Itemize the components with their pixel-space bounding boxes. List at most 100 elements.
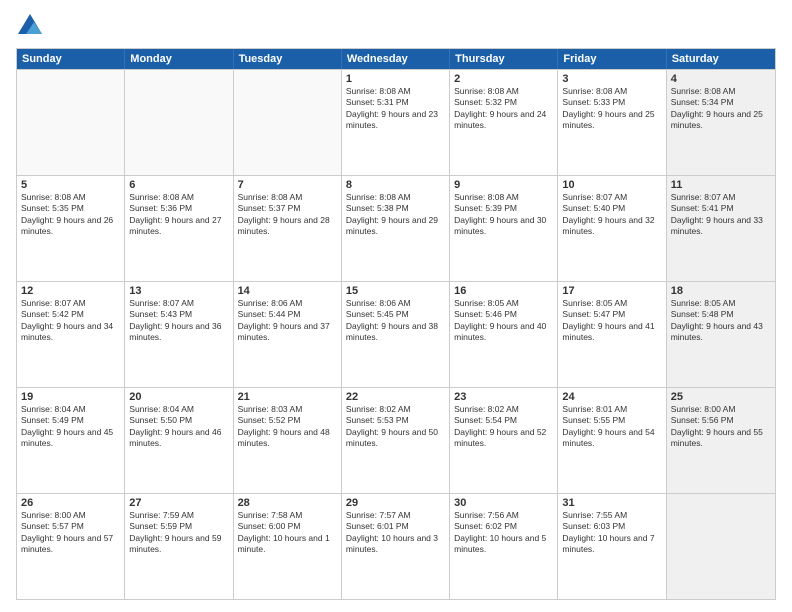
calendar-cell: 29Sunrise: 7:57 AM Sunset: 6:01 PM Dayli…	[342, 494, 450, 599]
calendar-cell: 18Sunrise: 8:05 AM Sunset: 5:48 PM Dayli…	[667, 282, 775, 387]
day-info: Sunrise: 7:58 AM Sunset: 6:00 PM Dayligh…	[238, 510, 337, 556]
day-number: 3	[562, 73, 661, 85]
calendar-cell: 16Sunrise: 8:05 AM Sunset: 5:46 PM Dayli…	[450, 282, 558, 387]
day-number: 30	[454, 497, 553, 509]
day-info: Sunrise: 8:06 AM Sunset: 5:45 PM Dayligh…	[346, 298, 445, 344]
calendar-cell: 26Sunrise: 8:00 AM Sunset: 5:57 PM Dayli…	[17, 494, 125, 599]
day-info: Sunrise: 8:08 AM Sunset: 5:31 PM Dayligh…	[346, 86, 445, 132]
day-header-friday: Friday	[558, 49, 666, 69]
day-number: 7	[238, 179, 337, 191]
day-info: Sunrise: 8:07 AM Sunset: 5:41 PM Dayligh…	[671, 192, 771, 238]
day-number: 8	[346, 179, 445, 191]
calendar-cell: 27Sunrise: 7:59 AM Sunset: 5:59 PM Dayli…	[125, 494, 233, 599]
day-number: 26	[21, 497, 120, 509]
day-header-wednesday: Wednesday	[342, 49, 450, 69]
day-number: 2	[454, 73, 553, 85]
day-number: 19	[21, 391, 120, 403]
day-info: Sunrise: 8:08 AM Sunset: 5:37 PM Dayligh…	[238, 192, 337, 238]
day-info: Sunrise: 8:05 AM Sunset: 5:47 PM Dayligh…	[562, 298, 661, 344]
calendar-cell	[17, 70, 125, 175]
day-info: Sunrise: 8:00 AM Sunset: 5:57 PM Dayligh…	[21, 510, 120, 556]
day-number: 1	[346, 73, 445, 85]
calendar-cell: 6Sunrise: 8:08 AM Sunset: 5:36 PM Daylig…	[125, 176, 233, 281]
calendar-cell: 14Sunrise: 8:06 AM Sunset: 5:44 PM Dayli…	[234, 282, 342, 387]
logo-icon	[16, 12, 44, 40]
day-info: Sunrise: 8:07 AM Sunset: 5:42 PM Dayligh…	[21, 298, 120, 344]
calendar-cell: 3Sunrise: 8:08 AM Sunset: 5:33 PM Daylig…	[558, 70, 666, 175]
calendar-cell	[234, 70, 342, 175]
day-number: 5	[21, 179, 120, 191]
calendar-cell: 20Sunrise: 8:04 AM Sunset: 5:50 PM Dayli…	[125, 388, 233, 493]
day-info: Sunrise: 7:57 AM Sunset: 6:01 PM Dayligh…	[346, 510, 445, 556]
day-number: 20	[129, 391, 228, 403]
day-info: Sunrise: 8:01 AM Sunset: 5:55 PM Dayligh…	[562, 404, 661, 450]
logo	[16, 12, 48, 40]
calendar-cell: 10Sunrise: 8:07 AM Sunset: 5:40 PM Dayli…	[558, 176, 666, 281]
calendar-cell: 21Sunrise: 8:03 AM Sunset: 5:52 PM Dayli…	[234, 388, 342, 493]
day-number: 13	[129, 285, 228, 297]
day-header-thursday: Thursday	[450, 49, 558, 69]
calendar-cell: 7Sunrise: 8:08 AM Sunset: 5:37 PM Daylig…	[234, 176, 342, 281]
calendar-cell: 12Sunrise: 8:07 AM Sunset: 5:42 PM Dayli…	[17, 282, 125, 387]
day-info: Sunrise: 8:04 AM Sunset: 5:49 PM Dayligh…	[21, 404, 120, 450]
calendar-cell: 2Sunrise: 8:08 AM Sunset: 5:32 PM Daylig…	[450, 70, 558, 175]
day-info: Sunrise: 8:08 AM Sunset: 5:39 PM Dayligh…	[454, 192, 553, 238]
day-number: 10	[562, 179, 661, 191]
calendar-cell: 31Sunrise: 7:55 AM Sunset: 6:03 PM Dayli…	[558, 494, 666, 599]
day-info: Sunrise: 8:07 AM Sunset: 5:40 PM Dayligh…	[562, 192, 661, 238]
day-info: Sunrise: 7:56 AM Sunset: 6:02 PM Dayligh…	[454, 510, 553, 556]
calendar-cell: 4Sunrise: 8:08 AM Sunset: 5:34 PM Daylig…	[667, 70, 775, 175]
day-info: Sunrise: 8:08 AM Sunset: 5:38 PM Dayligh…	[346, 192, 445, 238]
calendar-week-3: 12Sunrise: 8:07 AM Sunset: 5:42 PM Dayli…	[17, 281, 775, 387]
calendar-cell: 17Sunrise: 8:05 AM Sunset: 5:47 PM Dayli…	[558, 282, 666, 387]
day-info: Sunrise: 8:05 AM Sunset: 5:48 PM Dayligh…	[671, 298, 771, 344]
day-number: 6	[129, 179, 228, 191]
day-number: 18	[671, 285, 771, 297]
calendar-week-5: 26Sunrise: 8:00 AM Sunset: 5:57 PM Dayli…	[17, 493, 775, 599]
calendar-cell: 1Sunrise: 8:08 AM Sunset: 5:31 PM Daylig…	[342, 70, 450, 175]
day-number: 15	[346, 285, 445, 297]
day-info: Sunrise: 8:08 AM Sunset: 5:34 PM Dayligh…	[671, 86, 771, 132]
day-number: 9	[454, 179, 553, 191]
day-number: 4	[671, 73, 771, 85]
day-number: 24	[562, 391, 661, 403]
day-info: Sunrise: 8:02 AM Sunset: 5:54 PM Dayligh…	[454, 404, 553, 450]
day-info: Sunrise: 8:08 AM Sunset: 5:36 PM Dayligh…	[129, 192, 228, 238]
calendar-cell: 25Sunrise: 8:00 AM Sunset: 5:56 PM Dayli…	[667, 388, 775, 493]
day-number: 17	[562, 285, 661, 297]
calendar-cell: 22Sunrise: 8:02 AM Sunset: 5:53 PM Dayli…	[342, 388, 450, 493]
calendar-week-1: 1Sunrise: 8:08 AM Sunset: 5:31 PM Daylig…	[17, 69, 775, 175]
day-info: Sunrise: 8:08 AM Sunset: 5:32 PM Dayligh…	[454, 86, 553, 132]
calendar-cell	[667, 494, 775, 599]
day-number: 12	[21, 285, 120, 297]
day-info: Sunrise: 8:00 AM Sunset: 5:56 PM Dayligh…	[671, 404, 771, 450]
day-info: Sunrise: 8:05 AM Sunset: 5:46 PM Dayligh…	[454, 298, 553, 344]
header	[16, 12, 776, 40]
calendar-header-row: SundayMondayTuesdayWednesdayThursdayFrid…	[17, 49, 775, 69]
day-info: Sunrise: 8:03 AM Sunset: 5:52 PM Dayligh…	[238, 404, 337, 450]
calendar-cell: 30Sunrise: 7:56 AM Sunset: 6:02 PM Dayli…	[450, 494, 558, 599]
calendar-cell: 24Sunrise: 8:01 AM Sunset: 5:55 PM Dayli…	[558, 388, 666, 493]
day-number: 23	[454, 391, 553, 403]
day-header-monday: Monday	[125, 49, 233, 69]
day-info: Sunrise: 7:55 AM Sunset: 6:03 PM Dayligh…	[562, 510, 661, 556]
calendar-cell: 15Sunrise: 8:06 AM Sunset: 5:45 PM Dayli…	[342, 282, 450, 387]
calendar-body: 1Sunrise: 8:08 AM Sunset: 5:31 PM Daylig…	[17, 69, 775, 599]
day-info: Sunrise: 7:59 AM Sunset: 5:59 PM Dayligh…	[129, 510, 228, 556]
day-info: Sunrise: 8:02 AM Sunset: 5:53 PM Dayligh…	[346, 404, 445, 450]
day-header-saturday: Saturday	[667, 49, 775, 69]
calendar-cell: 13Sunrise: 8:07 AM Sunset: 5:43 PM Dayli…	[125, 282, 233, 387]
day-number: 21	[238, 391, 337, 403]
day-number: 29	[346, 497, 445, 509]
day-number: 11	[671, 179, 771, 191]
day-info: Sunrise: 8:07 AM Sunset: 5:43 PM Dayligh…	[129, 298, 228, 344]
calendar-week-4: 19Sunrise: 8:04 AM Sunset: 5:49 PM Dayli…	[17, 387, 775, 493]
day-info: Sunrise: 8:06 AM Sunset: 5:44 PM Dayligh…	[238, 298, 337, 344]
calendar-cell: 9Sunrise: 8:08 AM Sunset: 5:39 PM Daylig…	[450, 176, 558, 281]
calendar-cell: 19Sunrise: 8:04 AM Sunset: 5:49 PM Dayli…	[17, 388, 125, 493]
day-number: 31	[562, 497, 661, 509]
calendar: SundayMondayTuesdayWednesdayThursdayFrid…	[16, 48, 776, 600]
page: SundayMondayTuesdayWednesdayThursdayFrid…	[0, 0, 792, 612]
day-number: 25	[671, 391, 771, 403]
calendar-cell: 8Sunrise: 8:08 AM Sunset: 5:38 PM Daylig…	[342, 176, 450, 281]
